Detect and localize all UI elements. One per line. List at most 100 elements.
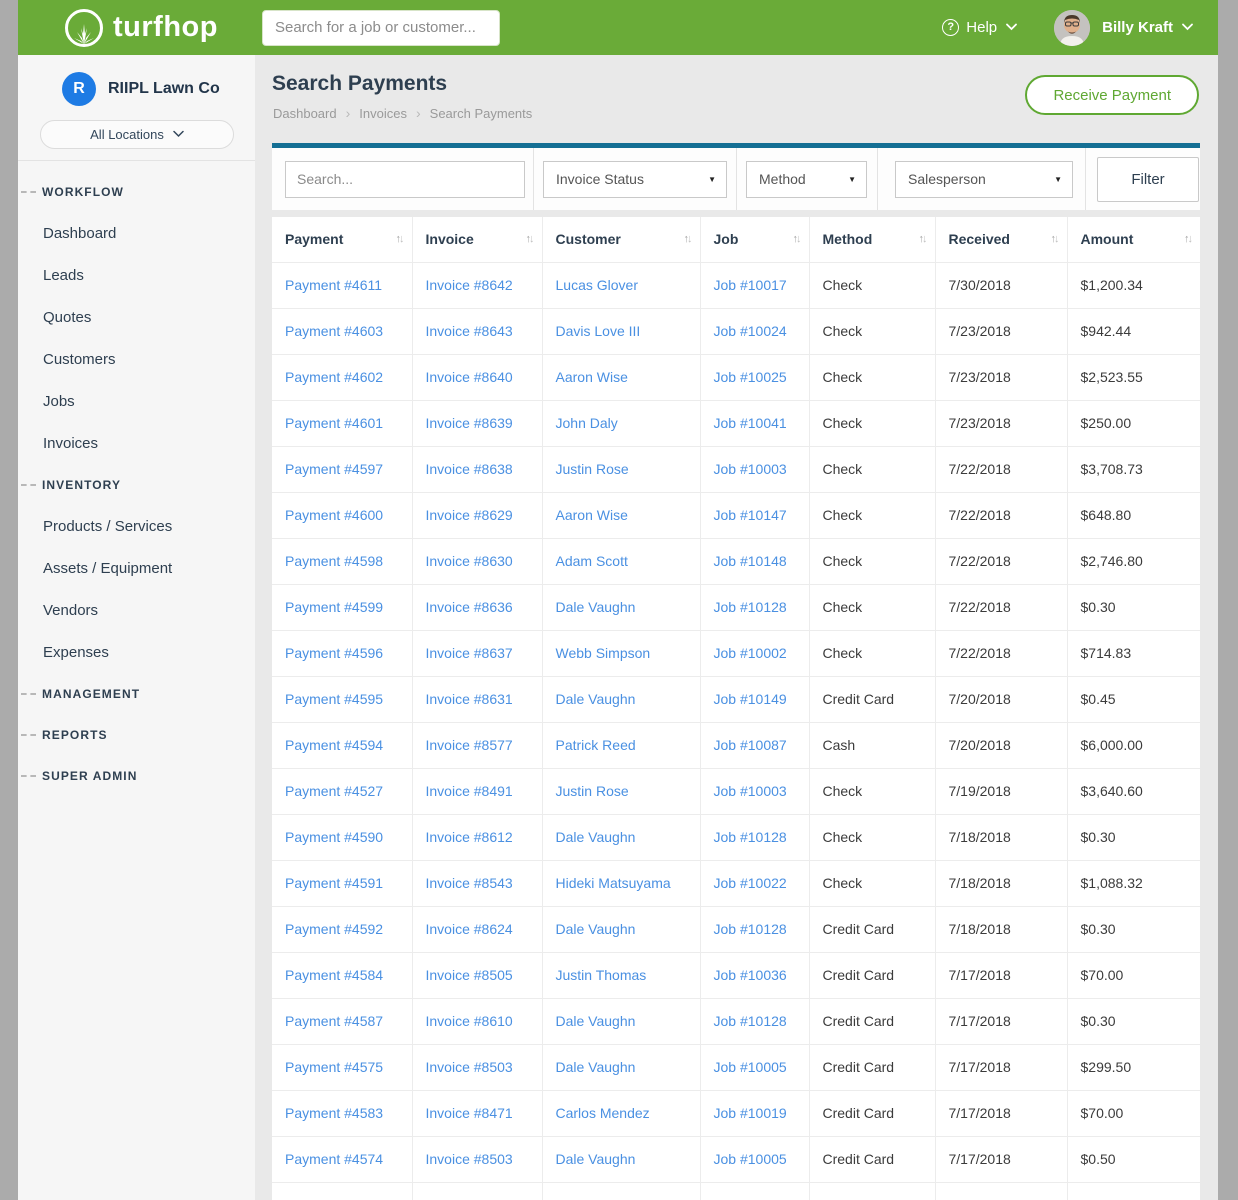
payment-link[interactable]: Payment #4592 [272, 906, 412, 952]
sidebar-section-super-admin[interactable]: SUPER ADMIN [18, 755, 255, 796]
sidebar-section-management[interactable]: MANAGEMENT [18, 673, 255, 714]
job-link[interactable]: Job #10087 [700, 722, 809, 768]
breadcrumb-item-dashboard[interactable]: Dashboard [273, 106, 337, 121]
sidebar-item-products-services[interactable]: Products / Services [18, 505, 255, 547]
payment-link[interactable]: Payment #4595 [272, 676, 412, 722]
job-link[interactable]: Job #10128 [700, 584, 809, 630]
payment-link[interactable]: Payment #4574 [272, 1136, 412, 1182]
job-link[interactable]: Job #10147 [700, 492, 809, 538]
sidebar-item-dashboard[interactable]: Dashboard [18, 212, 255, 254]
job-link[interactable]: Job #10022 [700, 860, 809, 906]
user-avatar[interactable] [1054, 10, 1090, 46]
payment-link[interactable]: Payment #4584 [272, 952, 412, 998]
job-link[interactable]: Job #10017 [700, 262, 809, 308]
invoice-link[interactable]: Invoice #8639 [412, 400, 542, 446]
sort-icon[interactable]: ↑↓ [793, 233, 800, 245]
help-menu[interactable]: ? Help [942, 19, 1016, 36]
invoice-link[interactable]: Invoice #8638 [412, 446, 542, 492]
customer-link[interactable]: Patrick Reed [542, 722, 700, 768]
customer-link[interactable]: Lucas Glover [542, 262, 700, 308]
company-selector[interactable]: R RIIPL Lawn Co [62, 72, 255, 106]
column-header-customer[interactable]: Customer↑↓ [542, 217, 700, 262]
column-header-received[interactable]: Received↑↓ [935, 217, 1067, 262]
payment-link[interactable]: Payment #4603 [272, 308, 412, 354]
invoice-link[interactable]: Invoice #8636 [412, 584, 542, 630]
sidebar-item-invoices[interactable]: Invoices [18, 422, 255, 464]
customer-link[interactable]: Davis Love III [542, 308, 700, 354]
customer-link[interactable]: Dale Vaughn [542, 906, 700, 952]
customer-link[interactable]: Aaron Wise [542, 354, 700, 400]
sidebar-item-assets-equipment[interactable]: Assets / Equipment [18, 547, 255, 589]
payment-link[interactable]: Payment #4591 [272, 860, 412, 906]
job-link[interactable]: Job #10128 [700, 998, 809, 1044]
job-link[interactable]: Job #10003 [700, 768, 809, 814]
column-header-job[interactable]: Job↑↓ [700, 217, 809, 262]
customer-link[interactable]: John Daly [542, 400, 700, 446]
job-link[interactable]: Job #10041 [700, 400, 809, 446]
customer-link[interactable]: Justin Rose [542, 768, 700, 814]
payment-link[interactable]: Payment #4599 [272, 584, 412, 630]
invoice-link[interactable]: Invoice #8543 [412, 860, 542, 906]
column-header-invoice[interactable]: Invoice↑↓ [412, 217, 542, 262]
payment-link[interactable]: Payment #4583 [272, 1090, 412, 1136]
customer-link[interactable]: Justin Thomas [542, 952, 700, 998]
breadcrumb-item-invoices[interactable]: Invoices [359, 106, 407, 121]
invoice-link[interactable]: Invoice #8491 [412, 768, 542, 814]
column-header-amount[interactable]: Amount↑↓ [1067, 217, 1200, 262]
sort-icon[interactable]: ↑↓ [396, 233, 403, 245]
payment-link[interactable]: Payment #4594 [272, 722, 412, 768]
user-menu-chevron-icon[interactable] [1182, 23, 1192, 33]
global-search-input[interactable] [262, 10, 500, 46]
job-link[interactable]: Job #10002 [700, 630, 809, 676]
job-link[interactable]: Job #10128 [700, 906, 809, 952]
sort-icon[interactable]: ↑↓ [919, 233, 926, 245]
job-link[interactable]: Job #10128 [700, 814, 809, 860]
invoice-link[interactable]: Invoice #8642 [412, 262, 542, 308]
sidebar-item-vendors[interactable]: Vendors [18, 589, 255, 631]
table-search-input[interactable] [285, 161, 525, 198]
job-link[interactable]: Job #10024 [700, 308, 809, 354]
sidebar-item-quotes[interactable]: Quotes [18, 296, 255, 338]
customer-link[interactable]: Adam Scott [542, 538, 700, 584]
customer-link[interactable]: Dale Vaughn [542, 584, 700, 630]
sidebar-section-workflow[interactable]: WORKFLOW [18, 171, 255, 212]
customer-link[interactable]: Dale Vaughn [542, 1136, 700, 1182]
sidebar-item-customers[interactable]: Customers [18, 338, 255, 380]
customer-link[interactable]: Hideki Matsuyama [542, 860, 700, 906]
job-link[interactable]: Job #10036 [700, 952, 809, 998]
invoice-link[interactable]: Invoice #8612 [412, 814, 542, 860]
sidebar-item-jobs[interactable]: Jobs [18, 380, 255, 422]
payment-link[interactable]: Payment #4527 [272, 768, 412, 814]
invoice-link[interactable]: Invoice #8640 [412, 354, 542, 400]
payment-link[interactable]: Payment #4611 [272, 262, 412, 308]
column-header-method[interactable]: Method↑↓ [809, 217, 935, 262]
job-link[interactable]: Job #10005 [700, 1136, 809, 1182]
invoice-link[interactable]: Invoice #8629 [412, 492, 542, 538]
payment-link[interactable]: Payment #4602 [272, 354, 412, 400]
filter-button[interactable]: Filter [1097, 157, 1199, 202]
job-link[interactable]: Job #10019 [700, 1090, 809, 1136]
invoice-link[interactable]: Invoice #8624 [412, 906, 542, 952]
customer-link[interactable]: Dale Vaughn [542, 814, 700, 860]
sort-icon[interactable]: ↑↓ [526, 233, 533, 245]
customer-link[interactable]: Carlos Mendez [542, 1090, 700, 1136]
invoice-link[interactable]: Invoice #8503 [412, 1044, 542, 1090]
customer-link[interactable]: Dale Vaughn [542, 998, 700, 1044]
sidebar-item-leads[interactable]: Leads [18, 254, 255, 296]
invoice-link[interactable]: Invoice #8630 [412, 538, 542, 584]
customer-link[interactable]: Webb Simpson [542, 630, 700, 676]
customer-link[interactable]: Dale Vaughn [542, 1044, 700, 1090]
payment-link[interactable]: Payment #4597 [272, 446, 412, 492]
job-link[interactable]: Job #10003 [700, 446, 809, 492]
turfhop-logo[interactable]: turfhop [65, 9, 218, 47]
method-select[interactable]: Method ▼ [746, 161, 867, 198]
invoice-link[interactable]: Invoice #8631 [412, 676, 542, 722]
job-link[interactable]: Job #10025 [700, 354, 809, 400]
sidebar-section-inventory[interactable]: INVENTORY [18, 464, 255, 505]
customer-link[interactable]: Dale Vaughn [542, 676, 700, 722]
invoice-link[interactable]: Invoice #8577 [412, 722, 542, 768]
payment-link[interactable]: Payment #4601 [272, 400, 412, 446]
customer-link[interactable]: Justin Rose [542, 446, 700, 492]
invoice-status-select[interactable]: Invoice Status ▼ [543, 161, 727, 198]
payment-link[interactable]: Payment #4600 [272, 492, 412, 538]
